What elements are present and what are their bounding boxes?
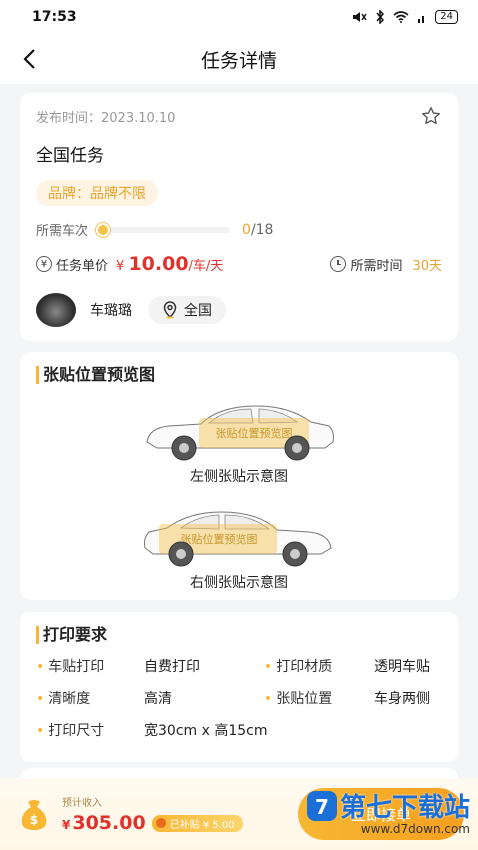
- publish-time: 发布时间：2023.10.10: [36, 107, 175, 126]
- trips-current: 0: [242, 221, 251, 238]
- right-sticker-label: 张贴位置预览图: [181, 532, 258, 546]
- progress-knob: [96, 222, 111, 237]
- task-summary-card: 发布时间：2023.10.10 全国任务 品牌：品牌不限 所需车次 0/18 ¥…: [20, 93, 458, 341]
- income-row: ¥305.00 已补贴 ¥ 5.00: [62, 812, 243, 834]
- car-right-illustration: 张贴位置预览图: [144, 511, 332, 567]
- watermark-logo: 7 第七下载站: [304, 787, 470, 824]
- subsidy-icon: [155, 818, 166, 828]
- svg-text:7: 7: [315, 795, 329, 819]
- income-amount: 305.00: [72, 812, 146, 834]
- left-side-preview: 张贴位置预览图 左侧张贴示意图: [36, 394, 442, 486]
- time-label: 所需时间: [350, 258, 403, 274]
- location-pill: 全国: [148, 296, 226, 324]
- avatar[interactable]: [36, 293, 76, 327]
- status-time: 17:53: [32, 9, 77, 25]
- req-value: 宽30cm x 高15cm: [144, 723, 268, 739]
- signal-icon: [418, 16, 425, 23]
- status-bar: 17:53 24: [0, 0, 478, 34]
- money-bag-icon: $: [21, 800, 47, 830]
- left-caption: 左侧张贴示意图: [190, 469, 288, 485]
- unit-price-label: 任务单价: [56, 258, 109, 274]
- d7-logo-icon: 7: [306, 790, 337, 821]
- print-req-grid: 车贴打印 自费打印 打印材质 透明车贴 清晰度 高清 张贴位置 车身两侧 打印尺…: [36, 656, 442, 740]
- subsidy-badge: 已补贴 ¥ 5.00: [151, 814, 243, 832]
- publisher-name[interactable]: 车璐璐: [90, 300, 132, 320]
- subsidy-text: 已补贴 ¥ 5.00: [169, 819, 235, 831]
- brand-tag: 品牌：品牌不限: [36, 180, 158, 206]
- publish-date: 2023.10.10: [101, 110, 176, 126]
- trips-count: 0/18: [242, 222, 273, 238]
- svg-text:$: $: [30, 813, 38, 827]
- back-button[interactable]: [16, 46, 42, 72]
- clock-icon: [330, 256, 347, 272]
- req-label: 打印尺寸: [36, 720, 144, 740]
- battery-indicator: 24: [435, 10, 458, 24]
- watermark-url: www.d7down.com: [360, 822, 470, 836]
- price-value: 10.00: [128, 253, 189, 275]
- page-title: 任务详情: [200, 49, 277, 72]
- favorite-star-icon[interactable]: [420, 105, 442, 127]
- trips-progress-bar: [96, 222, 231, 237]
- location-text: 全国: [184, 303, 212, 319]
- income-block: 预计收入 ¥305.00 已补贴 ¥ 5.00: [62, 794, 243, 834]
- print-requirements-card: 打印要求 车贴打印 自费打印 打印材质 透明车贴 清晰度 高清 张贴位置 车身两…: [20, 612, 458, 762]
- trips-total: /18: [250, 221, 274, 238]
- req-label: 清晰度: [36, 688, 144, 708]
- publisher-row: 车璐璐 全国: [36, 293, 442, 327]
- left-sticker-label: 张贴位置预览图: [216, 426, 293, 440]
- location-pin-icon: [163, 301, 177, 319]
- mute-icon: [353, 12, 367, 22]
- preview-title: 张贴位置预览图: [36, 366, 442, 384]
- req-label: 车贴打印: [36, 656, 144, 676]
- task-title: 全国任务: [36, 146, 104, 166]
- req-value: 透明车贴: [374, 659, 430, 675]
- sticker-preview-card: 张贴位置预览图 张贴位置预览图 左侧张贴示意图 张贴位置预览图 右侧张贴示意图: [20, 352, 458, 600]
- right-caption: 右侧张贴示意图: [190, 575, 288, 591]
- req-label: 张贴位置: [264, 688, 374, 708]
- right-side-preview: 张贴位置预览图 右侧张贴示意图: [36, 500, 442, 592]
- print-req-title: 打印要求: [36, 626, 442, 644]
- price-symbol: ¥: [116, 259, 125, 274]
- time-value: 30天: [412, 258, 442, 274]
- bottom-action-bar: $ 预计收入 ¥305.00 已补贴 ¥ 5.00 立即接单 7 第七下载站 w…: [0, 778, 478, 850]
- yuan-icon: ¥: [36, 256, 52, 272]
- bluetooth-icon: [376, 10, 385, 24]
- income-value: ¥305.00: [62, 812, 146, 834]
- req-value: 高清: [144, 691, 172, 707]
- car-left-illustration: 张贴位置预览图: [146, 405, 334, 461]
- nav-bar: 任务详情: [0, 34, 478, 84]
- publish-row: 发布时间：2023.10.10: [36, 105, 442, 127]
- trips-label: 所需车次: [36, 224, 89, 239]
- publish-label: 发布时间：: [36, 110, 102, 126]
- watermark: 7 第七下载站 www.d7down.com: [304, 787, 470, 836]
- income-label: 预计收入: [62, 798, 102, 809]
- income-symbol: ¥: [62, 818, 71, 832]
- req-label: 打印材质: [264, 656, 374, 676]
- price-unit: /车/天: [188, 259, 224, 274]
- time-need: 所需时间 30天: [330, 255, 442, 274]
- req-value: 自费打印: [144, 659, 200, 675]
- status-icons: 24: [351, 10, 458, 24]
- trips-progress-row: 所需车次 0/18: [36, 220, 442, 240]
- unit-price: ¥ 10.00/车/天: [116, 253, 223, 275]
- chevron-left-icon: [23, 49, 35, 69]
- watermark-brand: 第七下载站: [339, 793, 470, 823]
- price-row: ¥ 任务单价 ¥ 10.00/车/天 所需时间 30天: [36, 253, 442, 275]
- req-value: 车身两侧: [374, 691, 430, 707]
- wifi-icon: [393, 11, 409, 23]
